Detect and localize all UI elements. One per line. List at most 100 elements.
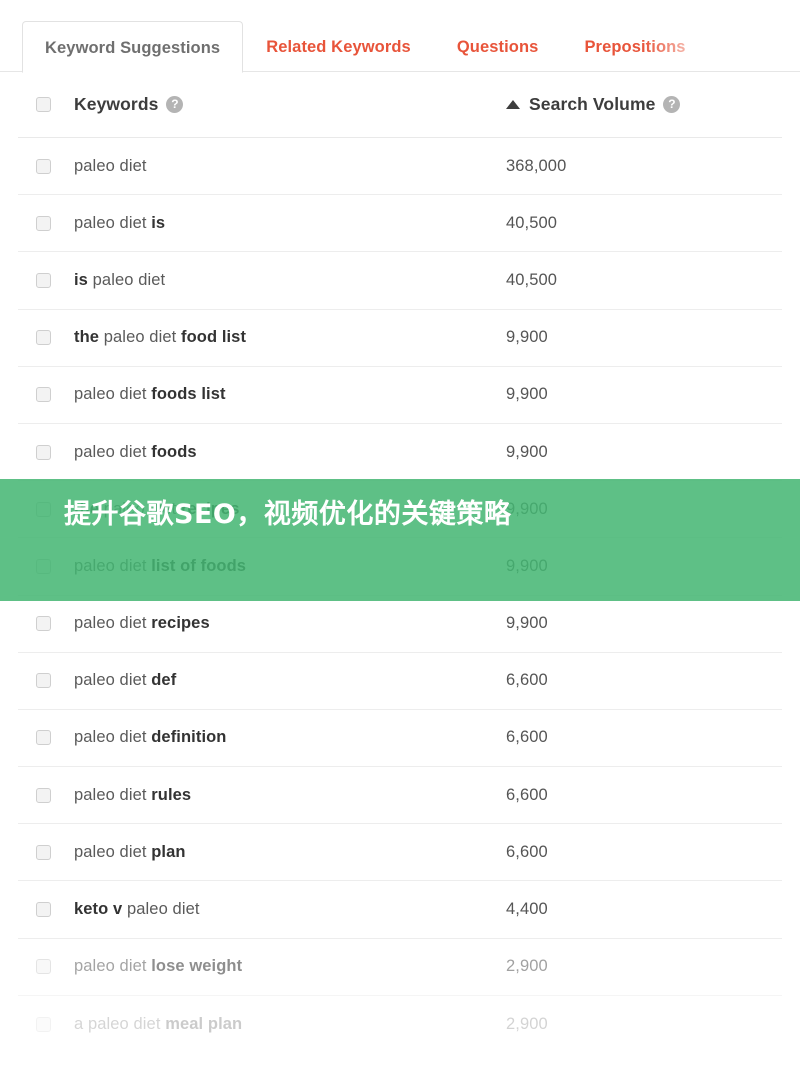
row-cell-search-volume: 9,900 bbox=[506, 614, 782, 633]
row-checkbox[interactable] bbox=[36, 272, 51, 288]
row-checkbox[interactable] bbox=[36, 387, 51, 403]
search-volume-value: 9,900 bbox=[506, 385, 548, 404]
row-cell-search-volume: 6,600 bbox=[506, 728, 782, 747]
help-icon-keywords[interactable]: ? bbox=[166, 96, 184, 113]
tab-related-keywords[interactable]: Related Keywords bbox=[243, 20, 434, 72]
table-row[interactable]: paleo diet plan 6,600 bbox=[18, 824, 782, 882]
row-checkbox[interactable] bbox=[36, 730, 51, 746]
row-cell-search-volume: 4,400 bbox=[506, 900, 782, 919]
table-header-row: Keywords ? Search Volume ? bbox=[18, 72, 782, 138]
row-cell-search-volume: 2,900 bbox=[506, 1015, 782, 1034]
promo-banner-text: 提升谷歌SEO，视频优化的关键策略 bbox=[64, 499, 512, 530]
search-volume-value: 9,900 bbox=[506, 328, 548, 347]
table-row[interactable]: paleo diet foods 9,900 bbox=[18, 424, 782, 482]
promo-banner-overlay: 提升谷歌SEO，视频优化的关键策略 bbox=[0, 479, 800, 601]
row-cell-search-volume: 9,900 bbox=[506, 443, 782, 462]
tab-questions[interactable]: Questions bbox=[434, 20, 562, 72]
row-cell-keyword: paleo diet recipes bbox=[36, 614, 506, 633]
header-cell-search-volume[interactable]: Search Volume ? bbox=[506, 94, 782, 115]
table-row[interactable]: paleo diet 368,000 bbox=[18, 138, 782, 196]
search-volume-value: 2,900 bbox=[506, 957, 548, 976]
header-label-search-volume: Search Volume bbox=[529, 94, 656, 114]
table-row[interactable]: is paleo diet 40,500 bbox=[18, 252, 782, 310]
table-row[interactable]: paleo diet foods list 9,900 bbox=[18, 367, 782, 424]
row-checkbox[interactable] bbox=[36, 444, 51, 460]
select-all-checkbox[interactable] bbox=[36, 97, 51, 112]
row-checkbox[interactable] bbox=[36, 844, 51, 860]
keyword-text: paleo diet rules bbox=[74, 785, 192, 804]
table-row[interactable]: paleo diet definition 6,600 bbox=[18, 710, 782, 768]
row-cell-search-volume: 9,900 bbox=[506, 385, 782, 404]
search-volume-value: 40,500 bbox=[506, 270, 558, 289]
search-volume-value: 40,500 bbox=[506, 213, 558, 232]
search-volume-value: 368,000 bbox=[506, 156, 567, 175]
row-cell-search-volume: 2,900 bbox=[506, 957, 782, 976]
row-cell-keyword: paleo diet foods list bbox=[36, 385, 506, 404]
table-row[interactable]: paleo diet rules 6,600 bbox=[18, 767, 782, 825]
row-cell-keyword: paleo diet plan bbox=[36, 843, 506, 862]
row-checkbox[interactable] bbox=[36, 959, 51, 975]
tab-keyword-suggestions[interactable]: Keyword Suggestions bbox=[22, 21, 244, 73]
search-volume-value: 9,900 bbox=[506, 614, 548, 633]
keyword-text: a paleo diet meal plan bbox=[74, 1014, 243, 1033]
keyword-text: is paleo diet bbox=[74, 270, 166, 289]
keyword-text: paleo diet foods list bbox=[74, 385, 226, 404]
row-cell-search-volume: 368,000 bbox=[506, 157, 782, 176]
row-checkbox[interactable] bbox=[36, 1016, 51, 1032]
keyword-text: the paleo diet food list bbox=[74, 328, 247, 347]
keyword-text: paleo diet recipes bbox=[74, 614, 210, 633]
keyword-text: paleo diet plan bbox=[74, 842, 186, 861]
search-volume-value: 6,600 bbox=[506, 785, 548, 804]
search-volume-value: 6,600 bbox=[506, 671, 548, 690]
row-cell-keyword: paleo diet is bbox=[36, 214, 506, 233]
row-cell-search-volume: 40,500 bbox=[506, 271, 782, 290]
table-row[interactable]: paleo diet def 6,600 bbox=[18, 653, 782, 710]
keyword-text: paleo diet is bbox=[74, 213, 166, 232]
tab-prepositions[interactable]: Prepositions bbox=[561, 20, 708, 72]
row-checkbox[interactable] bbox=[36, 215, 51, 231]
table-row[interactable]: paleo diet recipes 9,900 bbox=[18, 596, 782, 653]
search-volume-value: 6,600 bbox=[506, 728, 548, 747]
row-cell-search-volume: 6,600 bbox=[506, 786, 782, 805]
row-checkbox[interactable] bbox=[36, 902, 51, 918]
row-cell-keyword: the paleo diet food list bbox=[36, 328, 506, 347]
search-volume-value: 6,600 bbox=[506, 842, 548, 861]
row-cell-search-volume: 6,600 bbox=[506, 843, 782, 862]
row-cell-keyword: paleo diet rules bbox=[36, 786, 506, 805]
row-cell-keyword: paleo diet definition bbox=[36, 728, 506, 747]
row-cell-search-volume: 40,500 bbox=[506, 214, 782, 233]
help-icon-search-volume[interactable]: ? bbox=[663, 96, 681, 113]
keyword-text: paleo diet def bbox=[74, 671, 177, 690]
search-volume-value: 9,900 bbox=[506, 442, 548, 461]
table-row[interactable]: paleo diet is 40,500 bbox=[18, 195, 782, 253]
tab-bar: Keyword Suggestions Related Keywords Que… bbox=[0, 0, 800, 73]
row-cell-keyword: paleo diet bbox=[36, 157, 506, 176]
row-cell-keyword: paleo diet foods bbox=[36, 443, 506, 462]
search-volume-value: 4,400 bbox=[506, 900, 548, 919]
keyword-text: paleo diet bbox=[74, 156, 147, 175]
row-cell-keyword: is paleo diet bbox=[36, 271, 506, 290]
row-cell-keyword: paleo diet def bbox=[36, 671, 506, 690]
table-row[interactable]: paleo diet lose weight 2,900 bbox=[18, 939, 782, 996]
keyword-text: paleo diet lose weight bbox=[74, 957, 243, 976]
header-label-keywords: Keywords bbox=[74, 94, 159, 114]
row-cell-search-volume: 6,600 bbox=[506, 671, 782, 690]
sort-ascending-icon[interactable] bbox=[506, 100, 520, 109]
header-cell-keywords: Keywords ? bbox=[36, 94, 506, 115]
row-cell-search-volume: 9,900 bbox=[506, 328, 782, 347]
keyword-text: paleo diet foods bbox=[74, 442, 197, 461]
table-row[interactable]: keto v paleo diet 4,400 bbox=[18, 881, 782, 939]
row-checkbox[interactable] bbox=[36, 673, 51, 689]
row-checkbox[interactable] bbox=[36, 330, 51, 346]
row-checkbox[interactable] bbox=[36, 616, 51, 632]
row-cell-keyword: keto v paleo diet bbox=[36, 900, 506, 919]
keyword-text: keto v paleo diet bbox=[74, 900, 200, 919]
keyword-text: paleo diet definition bbox=[74, 728, 227, 747]
table-row[interactable]: a paleo diet meal plan 2,900 bbox=[18, 996, 782, 1053]
row-checkbox[interactable] bbox=[36, 158, 51, 174]
row-cell-keyword: paleo diet lose weight bbox=[36, 957, 506, 976]
search-volume-value: 2,900 bbox=[506, 1014, 548, 1033]
row-checkbox[interactable] bbox=[36, 787, 51, 803]
row-cell-keyword: a paleo diet meal plan bbox=[36, 1015, 506, 1034]
table-row[interactable]: the paleo diet food list 9,900 bbox=[18, 310, 782, 367]
